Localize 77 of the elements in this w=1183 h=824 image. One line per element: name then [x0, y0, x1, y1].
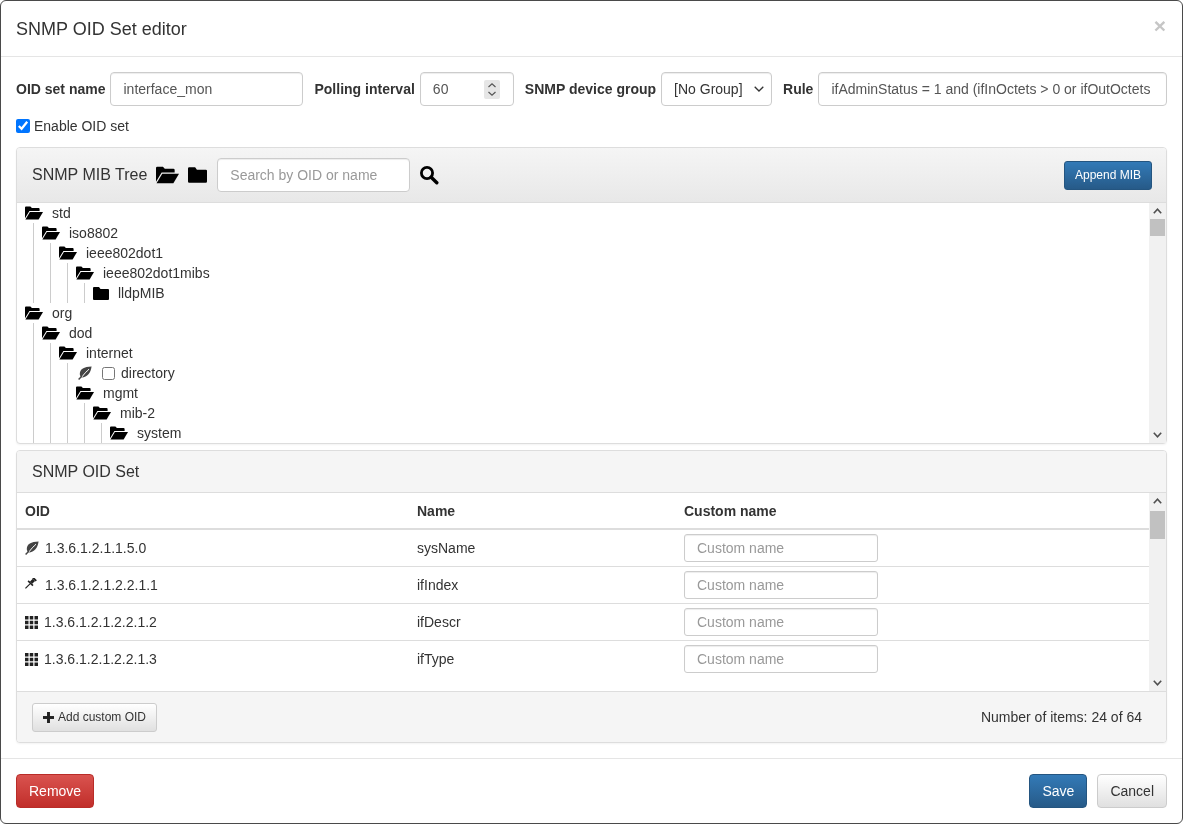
scrollbar-thumb[interactable]: [1150, 219, 1165, 236]
tree-node-label[interactable]: iso8802: [69, 225, 119, 241]
folder-open-icon[interactable]: [93, 406, 111, 420]
folder-icon[interactable]: [188, 167, 208, 183]
scrollbar[interactable]: [1149, 203, 1166, 443]
column-header: Custom name: [676, 493, 1149, 529]
oid-text: 1.3.6.1.2.1.2.2.1.1: [45, 577, 158, 593]
tree-node-label[interactable]: lldpMIB: [118, 285, 165, 301]
grid-icon: [25, 652, 38, 666]
remove-button[interactable]: Remove: [16, 774, 95, 808]
device-group-select[interactable]: [No Group]: [661, 72, 773, 106]
folder-icon[interactable]: [93, 286, 109, 300]
folder-open-icon[interactable]: [42, 226, 60, 240]
field-label: Polling interval: [314, 81, 415, 97]
tree-node-label[interactable]: internet: [86, 345, 133, 361]
table-cell: ifIndex: [409, 566, 676, 604]
chevron-down-icon: [754, 86, 765, 92]
chevron-up-icon[interactable]: [1153, 498, 1162, 504]
spinner-icon[interactable]: [483, 79, 500, 99]
column-header: OID: [17, 493, 409, 529]
folder-open-icon[interactable]: [59, 346, 77, 360]
field-label: OID set name: [16, 81, 106, 97]
cancel-button[interactable]: Cancel: [1097, 774, 1167, 808]
folder-open-icon[interactable]: [110, 426, 128, 440]
custom-name-field[interactable]: Custom name: [684, 608, 878, 636]
custom-name-field[interactable]: Custom name: [684, 645, 878, 673]
tree-node-label[interactable]: mgmt: [103, 385, 138, 401]
text-field[interactable]: interface_mon: [110, 72, 304, 106]
scrollbar-thumb[interactable]: [1150, 511, 1165, 539]
chevron-down-icon[interactable]: [1153, 432, 1162, 438]
scrollbar[interactable]: [1149, 493, 1166, 691]
custom-name-field[interactable]: Custom name: [684, 534, 878, 562]
folder-open-icon[interactable]: [76, 266, 94, 280]
table-cell: ifDescr: [409, 603, 676, 641]
column-header: Name: [409, 493, 676, 529]
oid-text: 1.3.6.1.2.1.2.2.1.2: [44, 614, 157, 630]
tree-node-label[interactable]: org: [52, 305, 73, 321]
folder-open-icon[interactable]: [76, 386, 94, 400]
checkbox-label: Enable OID set: [34, 118, 129, 134]
grid-icon: [25, 615, 38, 629]
field-label: Rule: [783, 81, 814, 97]
folder-open-icon[interactable]: [59, 246, 77, 260]
leaf-icon: [78, 366, 92, 380]
plus-icon: [43, 711, 54, 723]
folder-open-icon[interactable]: [25, 306, 43, 320]
custom-name-field[interactable]: Custom name: [684, 571, 878, 599]
node-checkbox[interactable]: [102, 366, 115, 380]
search-icon[interactable]: [419, 165, 440, 185]
search-field[interactable]: Search by OID or name: [217, 158, 411, 192]
leaf-icon: [25, 541, 39, 555]
tree-node-label[interactable]: ieee802dot1: [86, 245, 164, 261]
chevron-up-icon[interactable]: [1153, 208, 1162, 214]
oid-text: 1.3.6.1.2.1.2.2.1.3: [44, 651, 157, 667]
field-label: SNMP device group: [524, 81, 657, 97]
tree-node-label[interactable]: dod: [69, 325, 93, 341]
folder-open-icon[interactable]: [42, 326, 60, 340]
folder-open-icon[interactable]: [25, 206, 43, 220]
tree-node-label[interactable]: std: [52, 205, 71, 221]
text-field[interactable]: ifAdminStatus = 1 and (ifInOctets > 0 or ifOutOctets: [818, 72, 1167, 106]
item-count: Number of items: 24 of 64: [980, 709, 1142, 725]
add-custom-oid-button[interactable]: Add custom OID: [32, 702, 158, 732]
tree-node-label[interactable]: mib-2: [120, 405, 155, 421]
tree-node-label[interactable]: system: [137, 425, 182, 441]
save-button[interactable]: Save: [1029, 774, 1088, 808]
table-cell: sysName: [409, 529, 676, 567]
oid-text: 1.3.6.1.2.1.1.5.0: [45, 540, 147, 556]
table-cell: ifType: [409, 640, 676, 677]
dialog-title: SNMP OID Set editor: [16, 17, 187, 41]
tree-node-label[interactable]: directory: [121, 365, 175, 381]
append-mib-button[interactable]: Append MIB: [1063, 160, 1152, 190]
number-field[interactable]: 60: [419, 72, 514, 106]
tree-node-label[interactable]: ieee802dot1mibs: [103, 265, 210, 281]
enable-checkbox[interactable]: [16, 119, 30, 133]
panel-title: SNMP OID Set: [32, 462, 140, 481]
folder-open-icon[interactable]: [156, 166, 180, 184]
panel-title: SNMP MIB Tree: [32, 166, 148, 184]
chevron-down-icon[interactable]: [1153, 680, 1162, 686]
